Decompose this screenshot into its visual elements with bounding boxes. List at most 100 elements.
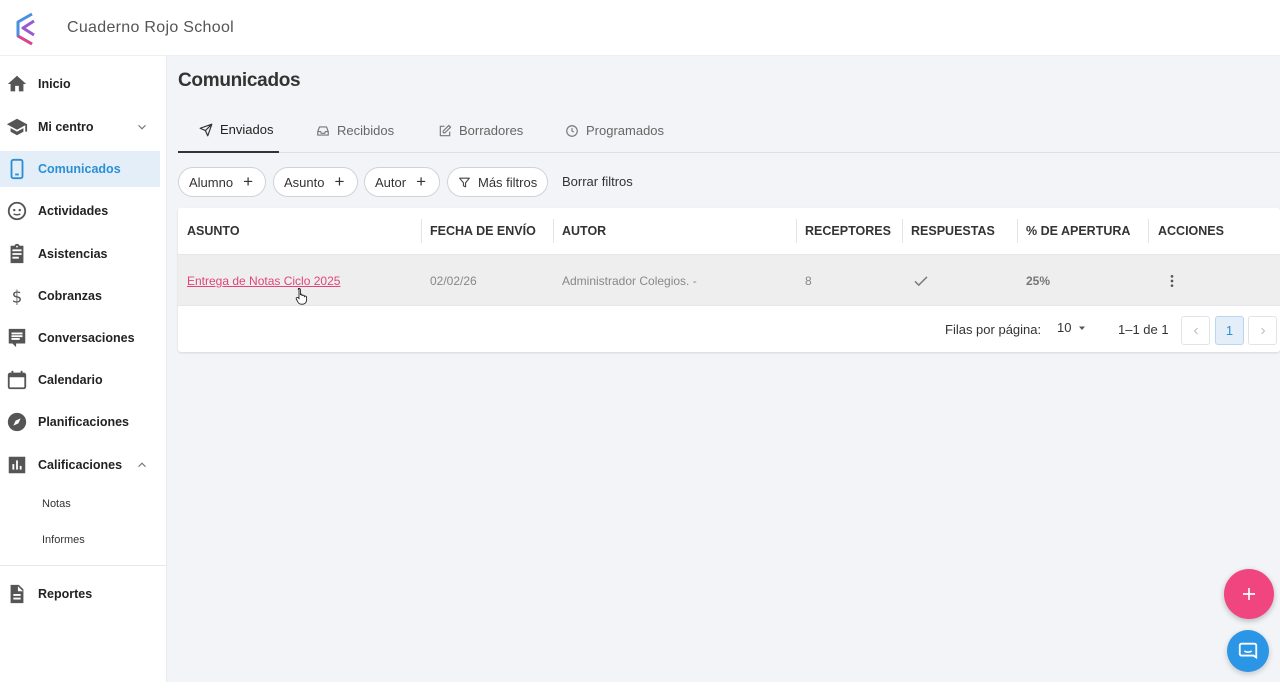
sidebar-item-label: Actividades [38,204,109,218]
dollar-icon: $ [12,287,23,306]
column-header-receptores[interactable]: RECEPTORES [805,208,891,253]
sidebar-item-actividades[interactable]: Actividades [0,193,160,229]
main-content: Comunicados Enviados Recibidos Borradore… [167,56,1280,682]
cell-receivers: 8 [805,274,812,288]
column-header-acciones: ACCIONES [1158,223,1224,238]
sidebar-item-asistencias[interactable]: Asistencias [0,236,160,272]
send-icon [199,123,213,136]
table-row[interactable]: Entrega de Notas Ciclo 2025 02/02/26 Adm… [178,254,1280,306]
edit-icon [439,124,452,136]
more-filters-label: Más filtros [478,174,538,190]
plus-icon: + [334,172,345,191]
plus-icon: + [243,172,254,191]
column-divider [1017,219,1018,243]
tab-label: Enviados [220,122,274,137]
sidebar-item-label: Cobranzas [38,289,102,303]
sidebar-subitem-informes[interactable]: Informes [42,534,85,546]
plus-icon: + [416,172,427,191]
sidebar-item-calendario[interactable]: Calendario [0,362,160,398]
create-message-button[interactable] [1224,569,1274,619]
next-page-button[interactable] [1248,316,1277,345]
column-header-asunto[interactable]: ASUNTO [187,208,240,253]
sidebar-divider [0,565,166,566]
previous-page-button[interactable] [1181,316,1210,345]
chevron-left-icon [1193,327,1198,334]
tab-label: Recibidos [337,123,395,138]
sidebar: Inicio Mi centro Comunicados Actividades… [0,56,167,682]
sidebar-item-reportes[interactable]: Reportes [0,576,160,612]
document-icon [10,584,24,604]
sidebar-item-calificaciones[interactable]: Calificaciones [0,447,160,483]
tab-label: Programados [586,123,665,138]
sidebar-item-label: Reportes [38,587,93,601]
sidebar-item-label: Asistencias [38,247,108,261]
bar-chart-icon [8,456,26,474]
clear-filters-button[interactable]: Borrar filtros [562,174,633,189]
phone-icon [10,158,24,180]
filter-chip-label: Alumno [189,174,234,190]
sidebar-item-label: Conversaciones [38,331,135,345]
tab-recibidos[interactable]: Recibidos [316,108,394,153]
sidebar-item-planificaciones[interactable]: Planificaciones [0,404,160,440]
messages-table: ASUNTO FECHA DE ENVÍO AUTOR RECEPTORES R… [178,208,1280,352]
more-vert-icon[interactable] [1164,273,1180,289]
top-bar: Cuaderno Rojo School [0,0,1280,56]
sidebar-item-inicio[interactable]: Inicio [0,66,160,102]
cell-responses [912,255,930,307]
inbox-icon [317,125,329,136]
chat-bubble-icon [1238,642,1258,660]
cell-date: 02/02/26 [430,274,477,288]
chevron-right-icon [1260,327,1265,334]
filter-chip-asunto[interactable]: Asunto + [273,167,358,197]
filter-chip-label: Asunto [284,174,325,190]
sidebar-item-label: Inicio [38,77,71,91]
column-divider [902,219,903,243]
sidebar-item-label: Comunicados [38,162,121,176]
column-header-autor[interactable]: AUTOR [562,208,606,253]
tab-enviados[interactable]: Enviados [178,108,279,153]
column-divider [796,219,797,243]
clipboard-icon [10,243,24,264]
sidebar-item-label: Calendario [38,373,103,387]
filter-chip-alumno[interactable]: Alumno + [178,167,266,197]
more-filters-button[interactable]: Más filtros [447,167,548,197]
chevron-up-icon [138,462,146,468]
rows-per-page-value: 10 [1057,320,1072,335]
column-header-respuestas[interactable]: RESPUESTAS [911,208,995,253]
rows-per-page-label: Filas por página: [945,322,1042,337]
home-icon [7,75,27,92]
face-icon [7,201,27,221]
sidebar-item-mi-centro[interactable]: Mi centro [0,109,160,145]
rows-per-page-select[interactable]: 10 [1057,320,1088,335]
cell-author: Administrador Colegios. - [562,274,697,288]
sidebar-subitem-notas[interactable]: Notas [42,498,71,510]
app-logo-icon[interactable] [12,11,40,47]
cell-open-rate: 25% [1026,274,1051,288]
page-button-current[interactable]: 1 [1215,316,1244,345]
app-title: Cuaderno Rojo School [67,19,234,36]
sidebar-item-conversaciones[interactable]: Conversaciones [0,320,160,356]
column-header-apertura[interactable]: % DE APERTURA [1026,208,1130,253]
column-header-fecha[interactable]: FECHA DE ENVÍO [430,208,536,253]
column-divider [1148,219,1149,243]
subject-link[interactable]: Entrega de Notas Ciclo 2025 [187,274,340,288]
plus-icon [1243,588,1255,600]
cell-actions [1164,255,1180,307]
sidebar-item-label: Mi centro [38,120,94,134]
pagination-range: 1–1 de 1 [1118,322,1169,337]
filter-icon [459,177,470,187]
sidebar-item-label: Calificaciones [38,458,123,472]
clock-icon [566,124,578,137]
cell-subject[interactable]: Entrega de Notas Ciclo 2025 [187,255,340,307]
tab-programados[interactable]: Programados [565,108,664,153]
column-divider [421,219,422,243]
calendar-icon [7,370,27,390]
hand-pointer-icon [295,288,308,305]
chat-icon [8,328,26,348]
svg-text:$: $ [12,287,23,306]
tab-borradores[interactable]: Borradores [438,108,523,153]
filter-chip-autor[interactable]: Autor + [364,167,440,197]
sidebar-item-comunicados[interactable]: Comunicados [0,151,160,187]
sidebar-item-cobranzas[interactable]: $ Cobranzas [0,278,160,314]
support-chat-button[interactable] [1227,630,1269,672]
